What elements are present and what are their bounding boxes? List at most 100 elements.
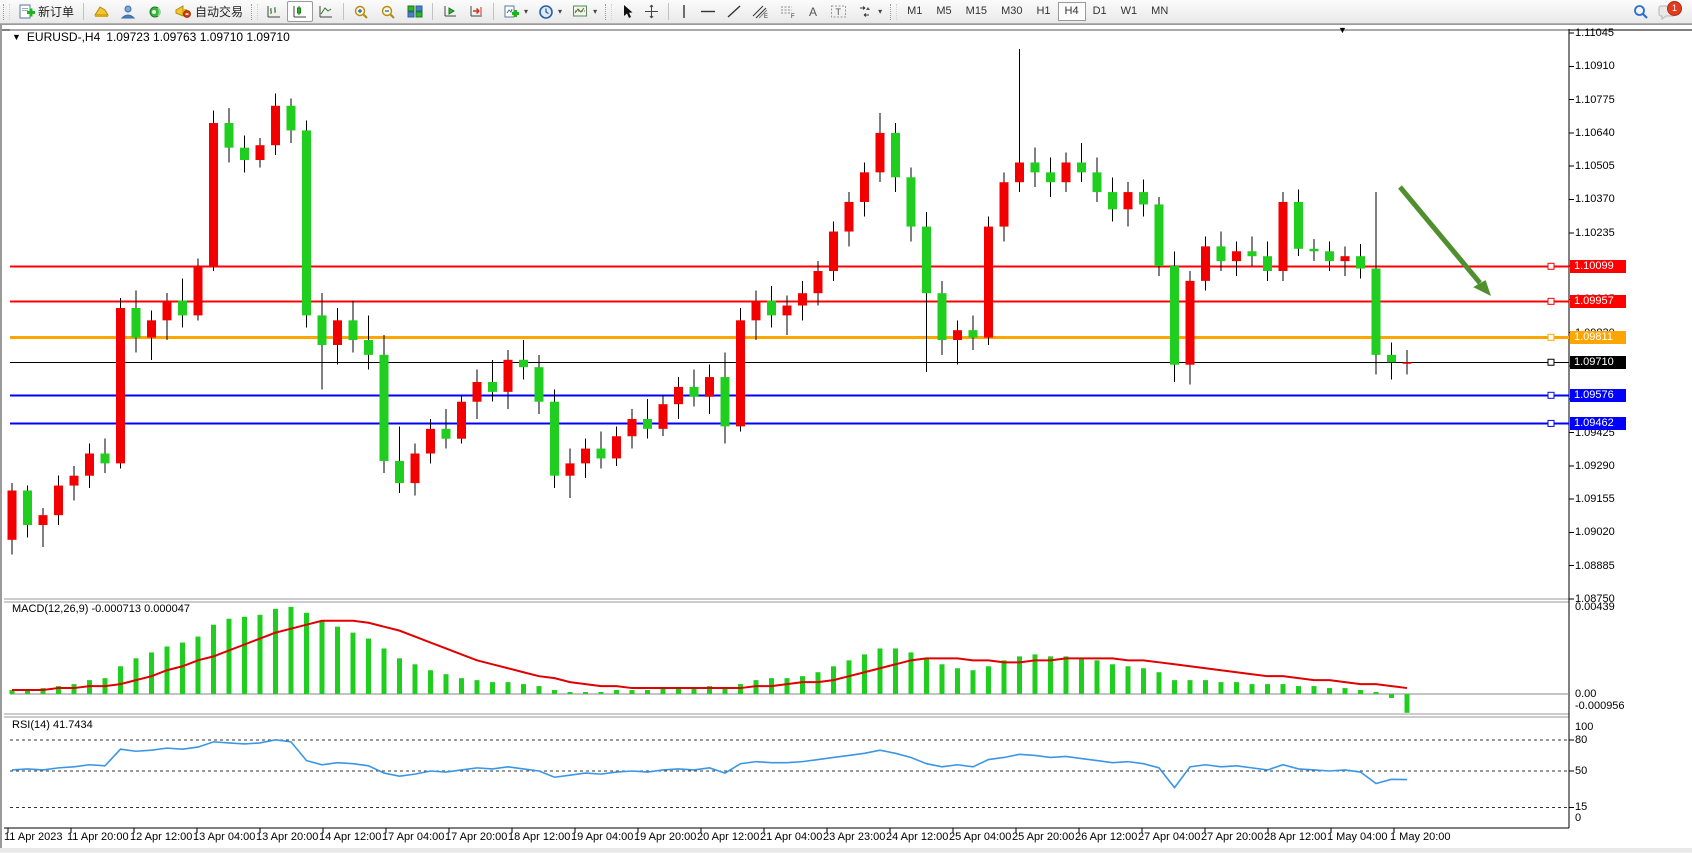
candle bbox=[163, 301, 172, 321]
candle bbox=[674, 387, 683, 404]
macd-bar bbox=[630, 690, 635, 694]
tab-timeframe-d1[interactable]: D1 bbox=[1086, 2, 1114, 21]
toolbar-grip[interactable] bbox=[890, 4, 897, 20]
periods-button[interactable]: ▾ bbox=[533, 1, 567, 22]
macd-bar bbox=[242, 617, 247, 694]
tab-timeframe-m5[interactable]: M5 bbox=[929, 2, 958, 21]
main-toolbar: 新订单 自动交易 bbox=[0, 0, 1692, 24]
candle bbox=[1279, 202, 1288, 271]
macd-bar bbox=[537, 686, 542, 694]
arrows-button[interactable]: ▾ bbox=[852, 1, 887, 22]
channel-icon: E bbox=[752, 4, 769, 19]
tab-timeframe-w1[interactable]: W1 bbox=[1114, 2, 1145, 21]
macd-bar bbox=[118, 666, 123, 694]
notification-badge: 1 bbox=[1667, 1, 1682, 16]
date-label: 27 Apr 20:00 bbox=[1201, 831, 1263, 843]
tab-timeframe-m1[interactable]: M1 bbox=[900, 2, 929, 21]
rsi-label: RSI(14) 41.7434 bbox=[12, 719, 93, 731]
indicators-button[interactable]: ▾ bbox=[498, 1, 533, 22]
symbol-period-label: EURUSD-,H4 bbox=[27, 30, 100, 44]
tab-timeframe-h1[interactable]: H1 bbox=[1029, 2, 1057, 21]
auto-scroll-button[interactable] bbox=[437, 1, 463, 22]
crosshair-icon bbox=[644, 4, 659, 19]
autotrading-button[interactable]: 自动交易 bbox=[169, 1, 248, 22]
price-tick-label: 1.08885 bbox=[1575, 560, 1615, 572]
new-order-button[interactable]: 新订单 bbox=[13, 1, 79, 22]
tab-timeframe-h4[interactable]: H4 bbox=[1058, 2, 1086, 21]
macd-label: MACD(12,26,9) -0.000713 0.000047 bbox=[12, 603, 190, 615]
bar-chart-button[interactable] bbox=[261, 1, 287, 22]
search-icon[interactable] bbox=[1632, 3, 1650, 21]
candlestick-button[interactable] bbox=[287, 1, 313, 22]
macd-bar bbox=[645, 690, 650, 694]
line-chart-button[interactable] bbox=[313, 1, 339, 22]
macd-axis-label: -0.000956 bbox=[1575, 700, 1625, 712]
tab-timeframe-mn[interactable]: MN bbox=[1144, 2, 1175, 21]
candle bbox=[550, 402, 559, 476]
price-tick-label: 1.11045 bbox=[1575, 27, 1614, 39]
symbol-dropdown-icon[interactable]: ▼ bbox=[12, 32, 21, 42]
tile-windows-button[interactable] bbox=[402, 1, 428, 22]
autotrading-icon bbox=[174, 4, 192, 20]
separator bbox=[343, 3, 344, 20]
trendline-button[interactable] bbox=[721, 1, 747, 22]
charts-button[interactable] bbox=[88, 1, 115, 22]
new-order-icon bbox=[18, 4, 35, 20]
signals-icon bbox=[147, 4, 164, 20]
signals-button[interactable] bbox=[142, 1, 169, 22]
candle bbox=[1294, 202, 1303, 249]
candle bbox=[1387, 355, 1396, 362]
svg-text:E: E bbox=[764, 14, 768, 19]
zoom-in-icon bbox=[353, 4, 370, 20]
candle bbox=[643, 419, 652, 429]
chart-shift-marker[interactable]: ▼ bbox=[1338, 25, 1347, 35]
macd-signal-line bbox=[12, 621, 1407, 690]
chart-shift-button[interactable] bbox=[463, 1, 489, 22]
tab-timeframe-m15[interactable]: M15 bbox=[959, 2, 994, 21]
candle bbox=[194, 266, 203, 315]
candle bbox=[8, 490, 17, 539]
candle bbox=[783, 306, 792, 316]
chart-window[interactable]: ▼ EURUSD-,H4 1.09723 1.09763 1.09710 1.0… bbox=[0, 24, 1692, 848]
candle bbox=[1108, 192, 1117, 209]
horizontal-line-button[interactable] bbox=[695, 1, 721, 22]
candle bbox=[178, 301, 187, 316]
trend-arrow[interactable] bbox=[1400, 187, 1480, 283]
toolbar-grip[interactable] bbox=[251, 4, 258, 20]
text-button[interactable]: A bbox=[801, 1, 825, 22]
candle bbox=[1341, 256, 1350, 261]
cursor-button[interactable] bbox=[615, 1, 639, 22]
new-order-label: 新订单 bbox=[38, 3, 74, 20]
macd-bar bbox=[273, 609, 278, 694]
crosshair-button[interactable] bbox=[639, 1, 664, 22]
chat-button[interactable]: 1 bbox=[1658, 3, 1678, 21]
zoom-out-button[interactable] bbox=[375, 1, 402, 22]
candle bbox=[845, 202, 854, 232]
periods-icon bbox=[538, 4, 554, 20]
macd-bar bbox=[1281, 684, 1286, 694]
price-badge: 1.09576 bbox=[1570, 389, 1626, 402]
fibonacci-button[interactable]: F bbox=[774, 1, 801, 22]
macd-bar bbox=[800, 676, 805, 694]
candle bbox=[364, 340, 373, 355]
toolbar-grip[interactable] bbox=[605, 4, 612, 20]
chart-canvas[interactable] bbox=[2, 25, 1692, 853]
text-label-button[interactable]: T bbox=[825, 1, 852, 22]
candle bbox=[116, 308, 125, 463]
candle bbox=[1015, 162, 1024, 182]
price-badge: 1.10099 bbox=[1570, 260, 1626, 273]
channel-button[interactable]: E bbox=[747, 1, 774, 22]
zoom-in-button[interactable] bbox=[348, 1, 375, 22]
candle bbox=[891, 133, 900, 177]
fibonacci-icon: F bbox=[779, 4, 796, 19]
window-bottom-edge bbox=[0, 848, 1692, 852]
profile-button[interactable] bbox=[115, 1, 142, 22]
templates-button[interactable]: ▾ bbox=[567, 1, 602, 22]
candle bbox=[70, 476, 79, 486]
vertical-line-button[interactable] bbox=[673, 1, 695, 22]
candle bbox=[535, 367, 544, 402]
toolbar-grip[interactable] bbox=[3, 4, 10, 20]
separator bbox=[83, 3, 84, 20]
macd-bar bbox=[475, 680, 480, 694]
tab-timeframe-m30[interactable]: M30 bbox=[994, 2, 1029, 21]
